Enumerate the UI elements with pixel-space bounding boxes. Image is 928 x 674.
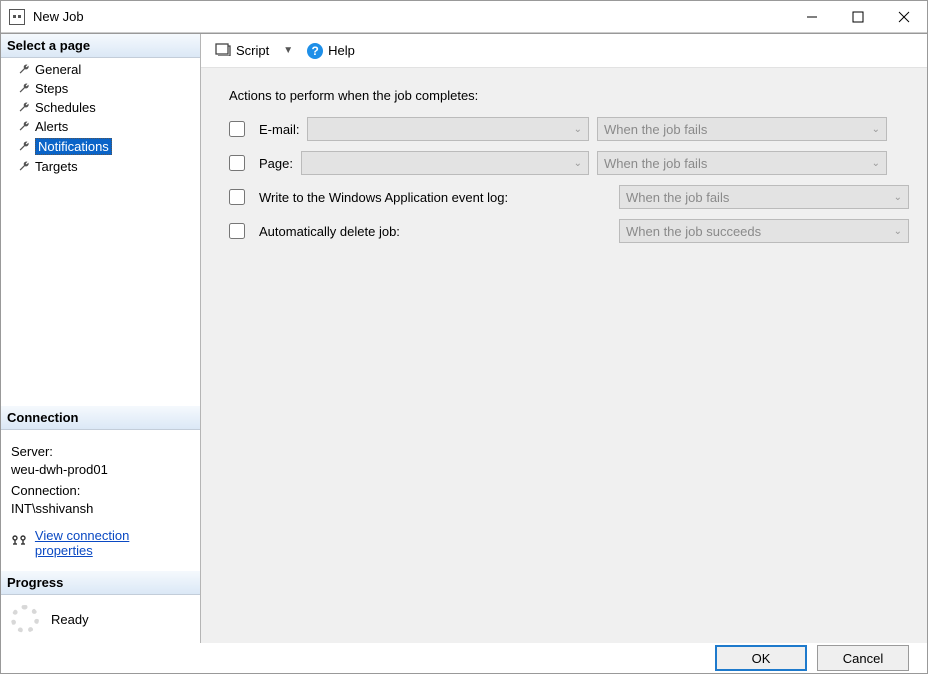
sidebar-item-schedules[interactable]: Schedules — [1, 98, 200, 117]
script-button[interactable]: Script — [211, 40, 273, 61]
button-bar: OK Cancel — [1, 643, 927, 674]
window-title: New Job — [33, 9, 789, 24]
server-value: weu-dwh-prod01 — [11, 462, 190, 477]
email-operator-select[interactable]: ⌄ — [307, 117, 589, 141]
wrench-icon — [17, 120, 31, 134]
titlebar: New Job — [1, 1, 927, 33]
sidebar-item-label: Steps — [35, 81, 68, 96]
sidebar: Select a page General Steps Schedules Al… — [1, 34, 201, 643]
chevron-down-icon: ⌄ — [894, 192, 902, 203]
sidebar-item-label: Alerts — [35, 119, 68, 134]
script-dropdown-icon[interactable]: ▼ — [279, 43, 297, 58]
sidebar-item-alerts[interactable]: Alerts — [1, 117, 200, 136]
progress-spinner-icon — [11, 605, 39, 633]
sidebar-item-label: Targets — [35, 159, 78, 174]
option-row-page: Page: ⌄ When the job fails ⌄ — [229, 151, 909, 175]
wrench-icon — [17, 82, 31, 96]
ok-button[interactable]: OK — [715, 645, 807, 671]
eventlog-when-value: When the job fails — [626, 190, 729, 205]
sidebar-item-label: Notifications — [35, 138, 112, 155]
sidebar-item-label: Schedules — [35, 100, 96, 115]
email-when-select[interactable]: When the job fails ⌄ — [597, 117, 887, 141]
page-label: Page: — [259, 156, 293, 171]
eventlog-checkbox[interactable] — [229, 189, 245, 205]
page-when-select[interactable]: When the job fails ⌄ — [597, 151, 887, 175]
help-label: Help — [328, 43, 355, 58]
instruction-text: Actions to perform when the job complete… — [229, 88, 909, 103]
connection-panel: Server: weu-dwh-prod01 Connection: INT\s… — [1, 430, 200, 571]
page-when-value: When the job fails — [604, 156, 707, 171]
sidebar-item-notifications[interactable]: Notifications — [1, 136, 200, 157]
progress-panel: Ready — [1, 595, 200, 643]
app-icon — [9, 9, 25, 25]
progress-header: Progress — [1, 571, 200, 595]
eventlog-when-select[interactable]: When the job fails ⌄ — [619, 185, 909, 209]
wrench-icon — [17, 63, 31, 77]
email-when-value: When the job fails — [604, 122, 707, 137]
sidebar-item-general[interactable]: General — [1, 60, 200, 79]
email-checkbox[interactable] — [229, 121, 245, 137]
page-checkbox[interactable] — [229, 155, 245, 171]
help-button[interactable]: ? Help — [303, 41, 359, 61]
connection-value: INT\sshivansh — [11, 501, 190, 516]
sidebar-item-label: General — [35, 62, 81, 77]
maximize-button[interactable] — [835, 1, 881, 32]
chevron-down-icon: ⌄ — [872, 124, 880, 135]
chevron-down-icon: ⌄ — [574, 158, 582, 169]
chevron-down-icon: ⌄ — [894, 226, 902, 237]
chevron-down-icon: ⌄ — [872, 158, 880, 169]
connection-label: Connection: — [11, 483, 190, 498]
chevron-down-icon: ⌄ — [574, 124, 582, 135]
window-controls — [789, 1, 927, 32]
autodelete-label: Automatically delete job: — [259, 224, 611, 239]
autodelete-checkbox[interactable] — [229, 223, 245, 239]
select-page-header: Select a page — [1, 34, 200, 58]
close-button[interactable] — [881, 1, 927, 32]
script-label: Script — [236, 43, 269, 58]
page-operator-select[interactable]: ⌄ — [301, 151, 589, 175]
wrench-icon — [17, 101, 31, 115]
server-label: Server: — [11, 444, 190, 459]
ok-button-label: OK — [752, 651, 771, 666]
page-nav-list: General Steps Schedules Alerts Notificat… — [1, 58, 200, 184]
cancel-button[interactable]: Cancel — [817, 645, 909, 671]
cancel-button-label: Cancel — [843, 651, 883, 666]
script-icon — [215, 42, 231, 59]
sidebar-item-steps[interactable]: Steps — [1, 79, 200, 98]
wrench-icon — [17, 160, 31, 174]
progress-status: Ready — [51, 612, 89, 627]
notifications-panel: Actions to perform when the job complete… — [201, 68, 927, 643]
connection-properties-icon — [11, 535, 29, 552]
toolbar: Script ▼ ? Help — [201, 34, 927, 68]
option-row-email: E-mail: ⌄ When the job fails ⌄ — [229, 117, 909, 141]
email-label: E-mail: — [259, 122, 299, 137]
minimize-button[interactable] — [789, 1, 835, 32]
eventlog-label: Write to the Windows Application event l… — [259, 190, 611, 205]
option-row-eventlog: Write to the Windows Application event l… — [229, 185, 909, 209]
connection-header: Connection — [1, 406, 200, 430]
sidebar-item-targets[interactable]: Targets — [1, 157, 200, 176]
help-icon: ? — [307, 43, 323, 59]
content: Script ▼ ? Help Actions to perform when … — [201, 34, 927, 643]
option-row-autodelete: Automatically delete job: When the job s… — [229, 219, 909, 243]
autodelete-when-value: When the job succeeds — [626, 224, 761, 239]
view-connection-properties-link[interactable]: View connection properties — [35, 528, 190, 558]
wrench-icon — [17, 140, 31, 154]
autodelete-when-select[interactable]: When the job succeeds ⌄ — [619, 219, 909, 243]
